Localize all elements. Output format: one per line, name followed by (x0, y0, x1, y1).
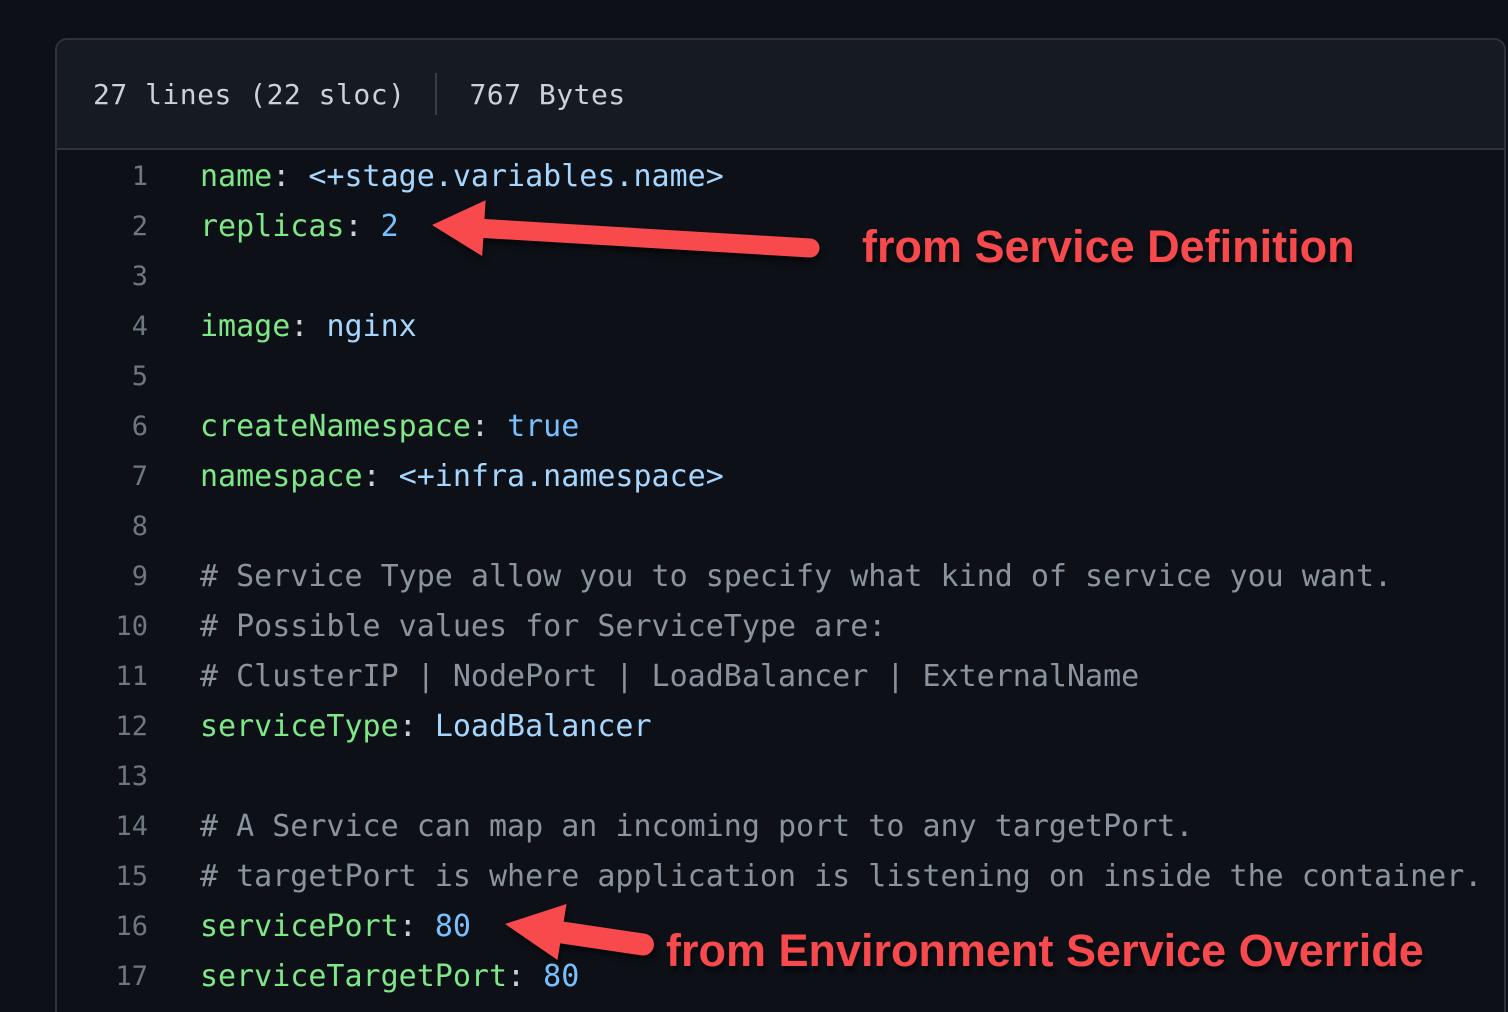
code-token-key: servicePort (200, 909, 399, 944)
code-token-com: # ClusterIP | NodePort | LoadBalancer | … (200, 659, 1139, 694)
code-token-num: 80 (543, 959, 579, 994)
code-line: 7 namespace: <+infra.namespace> (57, 451, 1504, 501)
code-text: # targetPort is where application is lis… (200, 859, 1482, 894)
code-text: servicePort: 80 (200, 909, 471, 944)
code-token-com: # Possible values for ServiceType are: (200, 609, 886, 644)
code-token-key: createNamespace (200, 409, 471, 444)
file-panel: 27 lines (22 sloc) 767 Bytes 1 name: <+st… (55, 38, 1506, 1012)
code-line: 10 # Possible values for ServiceType are: (57, 601, 1504, 651)
code-token-pun: : (507, 959, 543, 994)
file-lines-info: 27 lines (22 sloc) (93, 78, 405, 111)
code-text: # Service Type allow you to specify what… (200, 559, 1392, 594)
code-line: 15 # targetPort is where application is l… (57, 851, 1504, 901)
code-line: 8 (57, 501, 1504, 551)
code-text: image: nginx (200, 309, 417, 344)
code-token-str: LoadBalancer (435, 709, 652, 744)
line-number[interactable]: 16 (57, 911, 148, 942)
line-number[interactable]: 9 (57, 561, 148, 592)
line-number[interactable]: 8 (57, 511, 148, 542)
code-text: # Possible values for ServiceType are: (200, 609, 886, 644)
code-line: 6 createNamespace: true (57, 401, 1504, 451)
code-token-pun: : (345, 209, 381, 244)
code-text: # ClusterIP | NodePort | LoadBalancer | … (200, 659, 1139, 694)
code-line: 5 (57, 351, 1504, 401)
line-number[interactable]: 14 (57, 811, 148, 842)
code-token-key: image (200, 309, 290, 344)
code-text: # A Service can map an incoming port to … (200, 809, 1193, 844)
code-lines: 1name: <+stage.variables.name>2replicas:… (57, 150, 1504, 1001)
file-header: 27 lines (22 sloc) 767 Bytes (57, 40, 1504, 150)
code-token-pun: : (290, 309, 326, 344)
line-number[interactable]: 15 (57, 861, 148, 892)
annotation-service-definition: from Service Definition (862, 222, 1355, 272)
line-number[interactable]: 6 (57, 411, 148, 442)
code-line: 9 # Service Type allow you to specify wha… (57, 551, 1504, 601)
code-token-com: # A Service can map an incoming port to … (200, 809, 1193, 844)
code-text: namespace: <+infra.namespace> (200, 459, 724, 494)
code-token-pun: : (471, 409, 507, 444)
header-divider (435, 73, 437, 115)
code-token-key: name (200, 159, 272, 194)
line-number[interactable]: 13 (57, 761, 148, 792)
line-number[interactable]: 17 (57, 961, 148, 992)
code-line: 4 image: nginx (57, 301, 1504, 351)
code-token-str: <+infra.namespace> (399, 459, 724, 494)
code-line: 11 # ClusterIP | NodePort | LoadBalancer … (57, 651, 1504, 701)
code-token-pun: : (399, 909, 435, 944)
line-number[interactable]: 3 (57, 261, 148, 292)
line-number[interactable]: 2 (57, 211, 148, 242)
code-token-pun: : (272, 159, 308, 194)
line-number[interactable]: 7 (57, 461, 148, 492)
code-token-num: true (507, 409, 579, 444)
code-text: serviceType: LoadBalancer (200, 709, 652, 744)
code-token-key: serviceTargetPort (200, 959, 507, 994)
code-line: 13 (57, 751, 1504, 801)
line-number[interactable]: 11 (57, 661, 148, 692)
code-token-num: 2 (381, 209, 399, 244)
line-number[interactable]: 12 (57, 711, 148, 742)
code-line: 12 serviceType: LoadBalancer (57, 701, 1504, 751)
code-text: name: <+stage.variables.name> (200, 159, 724, 194)
line-number[interactable]: 4 (57, 311, 148, 342)
code-token-key: serviceType (200, 709, 399, 744)
code-token-pun: : (363, 459, 399, 494)
code-token-str: nginx (326, 309, 416, 344)
line-number[interactable]: 10 (57, 611, 148, 642)
file-size-info: 767 Bytes (469, 78, 625, 111)
line-number[interactable]: 1 (57, 161, 148, 192)
code-token-str: <+stage.variables.name> (308, 159, 723, 194)
annotation-environment-service-override: from Environment Service Override (666, 926, 1424, 976)
code-token-com: # targetPort is where application is lis… (200, 859, 1482, 894)
code-token-key: replicas (200, 209, 345, 244)
code-token-num: 80 (435, 909, 471, 944)
code-line: 14 # A Service can map an incoming port t… (57, 801, 1504, 851)
code-text: createNamespace: true (200, 409, 579, 444)
code-text: replicas: 2 (200, 209, 399, 244)
line-number[interactable]: 5 (57, 361, 148, 392)
code-token-com: # Service Type allow you to specify what… (200, 559, 1392, 594)
code-text: serviceTargetPort: 80 (200, 959, 579, 994)
code-token-key: namespace (200, 459, 363, 494)
code-token-pun: : (399, 709, 435, 744)
code-line: 1 name: <+stage.variables.name> (57, 151, 1504, 201)
